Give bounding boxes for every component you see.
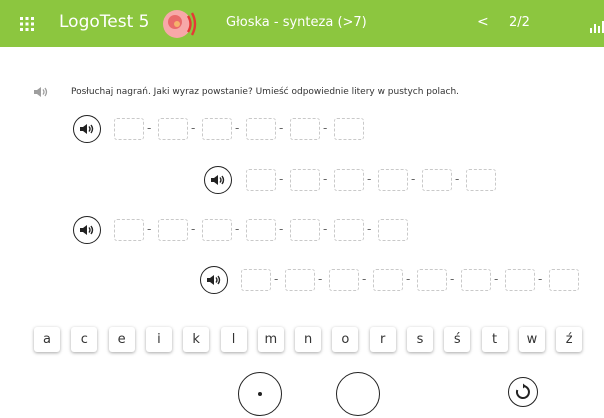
speaker-icon (80, 124, 94, 134)
letter-slot[interactable] (290, 118, 320, 140)
letter-key[interactable]: n (295, 327, 322, 352)
slot-separator: - (147, 222, 152, 236)
speaker-icon (80, 225, 94, 235)
letter-key[interactable]: t (481, 327, 508, 352)
slot-separator: - (279, 121, 284, 135)
slot-separator: - (323, 172, 328, 186)
instruction-speaker-icon[interactable] (33, 84, 49, 98)
slot-separator: - (235, 222, 240, 236)
letter-slot[interactable] (241, 269, 271, 291)
letter-slot[interactable] (246, 169, 276, 191)
letter-slot[interactable] (334, 219, 364, 241)
letter-slot[interactable] (549, 269, 579, 291)
slot-separator: - (406, 272, 411, 286)
letter-key[interactable]: w (518, 327, 545, 352)
menu-grid-icon[interactable] (20, 17, 34, 31)
slot-separator: - (411, 172, 416, 186)
letter-slot[interactable] (290, 219, 320, 241)
top-bar: LogoTest 5 Głoska - synteza (>7) < 2/2 (0, 0, 604, 47)
record-button[interactable] (238, 372, 282, 416)
letter-slot[interactable] (466, 169, 496, 191)
letter-key[interactable]: a (34, 327, 60, 352)
letter-slot[interactable] (417, 269, 447, 291)
slot-separator: - (450, 272, 455, 286)
letter-slot[interactable] (202, 219, 232, 241)
play-word-button[interactable] (200, 266, 228, 294)
letter-key[interactable]: m (257, 327, 284, 352)
letter-slot[interactable] (285, 269, 315, 291)
letter-key[interactable]: c (71, 327, 98, 352)
letter-slot[interactable] (334, 169, 364, 191)
slot-separator: - (147, 121, 152, 135)
play-word-button[interactable] (73, 216, 101, 244)
letter-slot[interactable] (461, 269, 491, 291)
letter-key[interactable]: ź (556, 327, 583, 352)
slot-separator: - (191, 121, 196, 135)
slot-separator: - (455, 172, 460, 186)
slot-separator: - (538, 272, 543, 286)
letter-slot[interactable] (246, 219, 276, 241)
letter-key[interactable]: r (369, 327, 396, 352)
slot-separator: - (323, 222, 328, 236)
slot-separator: - (279, 172, 284, 186)
replay-icon (515, 383, 530, 399)
letter-slot[interactable] (334, 118, 364, 140)
letter-key[interactable]: ś (444, 327, 471, 352)
slot-separator: - (323, 121, 328, 135)
instruction-text: Posłuchaj nagrań. Jaki wyraz powstanie? … (71, 87, 460, 97)
slot-separator: - (191, 222, 196, 236)
slot-separator: - (235, 121, 240, 135)
slot-separator: - (279, 222, 284, 236)
letter-key[interactable]: i (145, 327, 172, 352)
letter-key[interactable]: s (407, 327, 433, 352)
previous-page-button[interactable]: < (477, 14, 489, 30)
slot-separator: - (367, 222, 372, 236)
slot-separator: - (367, 172, 372, 186)
letter-slot[interactable] (378, 219, 408, 241)
letter-slot[interactable] (202, 118, 232, 140)
bar-chart-icon[interactable] (590, 18, 604, 33)
letter-slot[interactable] (114, 118, 144, 140)
exercise-title: Głoska - synteza (>7) (226, 15, 367, 30)
logotest-logo (160, 7, 198, 41)
letter-key[interactable]: e (108, 327, 135, 352)
replay-button[interactable] (508, 377, 538, 407)
letter-slot[interactable] (290, 169, 320, 191)
letter-slot[interactable] (329, 269, 359, 291)
letter-slot[interactable] (114, 219, 144, 241)
slot-separator: - (274, 272, 279, 286)
letter-slot[interactable] (246, 118, 276, 140)
page-counter: 2/2 (509, 15, 530, 30)
letter-slot[interactable] (378, 169, 408, 191)
slot-separator: - (318, 272, 323, 286)
letter-slot[interactable] (158, 118, 188, 140)
speaker-icon (207, 275, 221, 285)
letter-slot[interactable] (158, 219, 188, 241)
letter-key[interactable]: l (220, 327, 247, 352)
speaker-icon (211, 175, 225, 185)
app-title: LogoTest 5 (59, 12, 150, 32)
play-word-button[interactable] (204, 166, 232, 194)
letter-slot[interactable] (422, 169, 452, 191)
letter-slot[interactable] (505, 269, 535, 291)
letter-key[interactable]: o (332, 327, 359, 352)
dot-icon (258, 392, 262, 396)
play-word-button[interactable] (73, 115, 101, 143)
slot-separator: - (494, 272, 499, 286)
slot-separator: - (362, 272, 367, 286)
empty-circle-button[interactable] (336, 372, 380, 416)
letter-key[interactable]: k (183, 327, 210, 352)
letter-slot[interactable] (373, 269, 403, 291)
